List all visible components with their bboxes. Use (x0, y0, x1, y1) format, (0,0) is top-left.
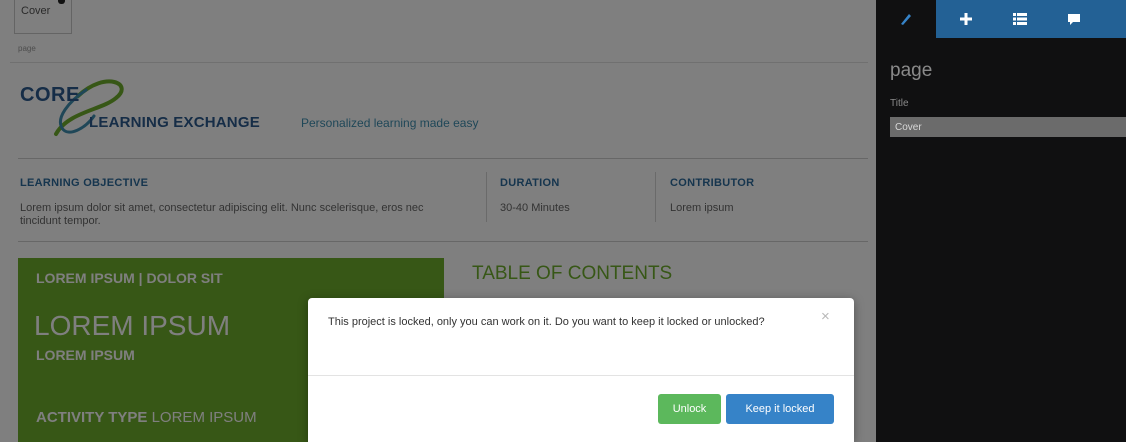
dialog-divider (308, 375, 854, 376)
unlock-button[interactable]: Unlock (658, 394, 721, 424)
list-icon (1013, 13, 1027, 25)
panel-title: page (890, 60, 933, 81)
edit-icon (884, 0, 928, 38)
keep-locked-button[interactable]: Keep it locked (726, 394, 834, 424)
tab-comments[interactable] (1052, 0, 1096, 38)
properties-panel: page Title (876, 0, 1126, 442)
panel-tab-bar (876, 0, 1126, 38)
tab-list[interactable] (998, 0, 1042, 38)
tab-add[interactable] (944, 0, 988, 38)
title-input[interactable] (890, 117, 1126, 137)
close-icon[interactable]: × (821, 308, 830, 325)
lock-dialog: This project is locked, only you can wor… (308, 298, 854, 442)
plus-icon (960, 13, 972, 25)
title-field-label: Title (890, 98, 909, 109)
tab-edit[interactable] (876, 0, 936, 38)
dialog-message: This project is locked, only you can wor… (328, 316, 765, 328)
comment-icon (1068, 13, 1080, 25)
panel-tab-group (936, 0, 1126, 38)
